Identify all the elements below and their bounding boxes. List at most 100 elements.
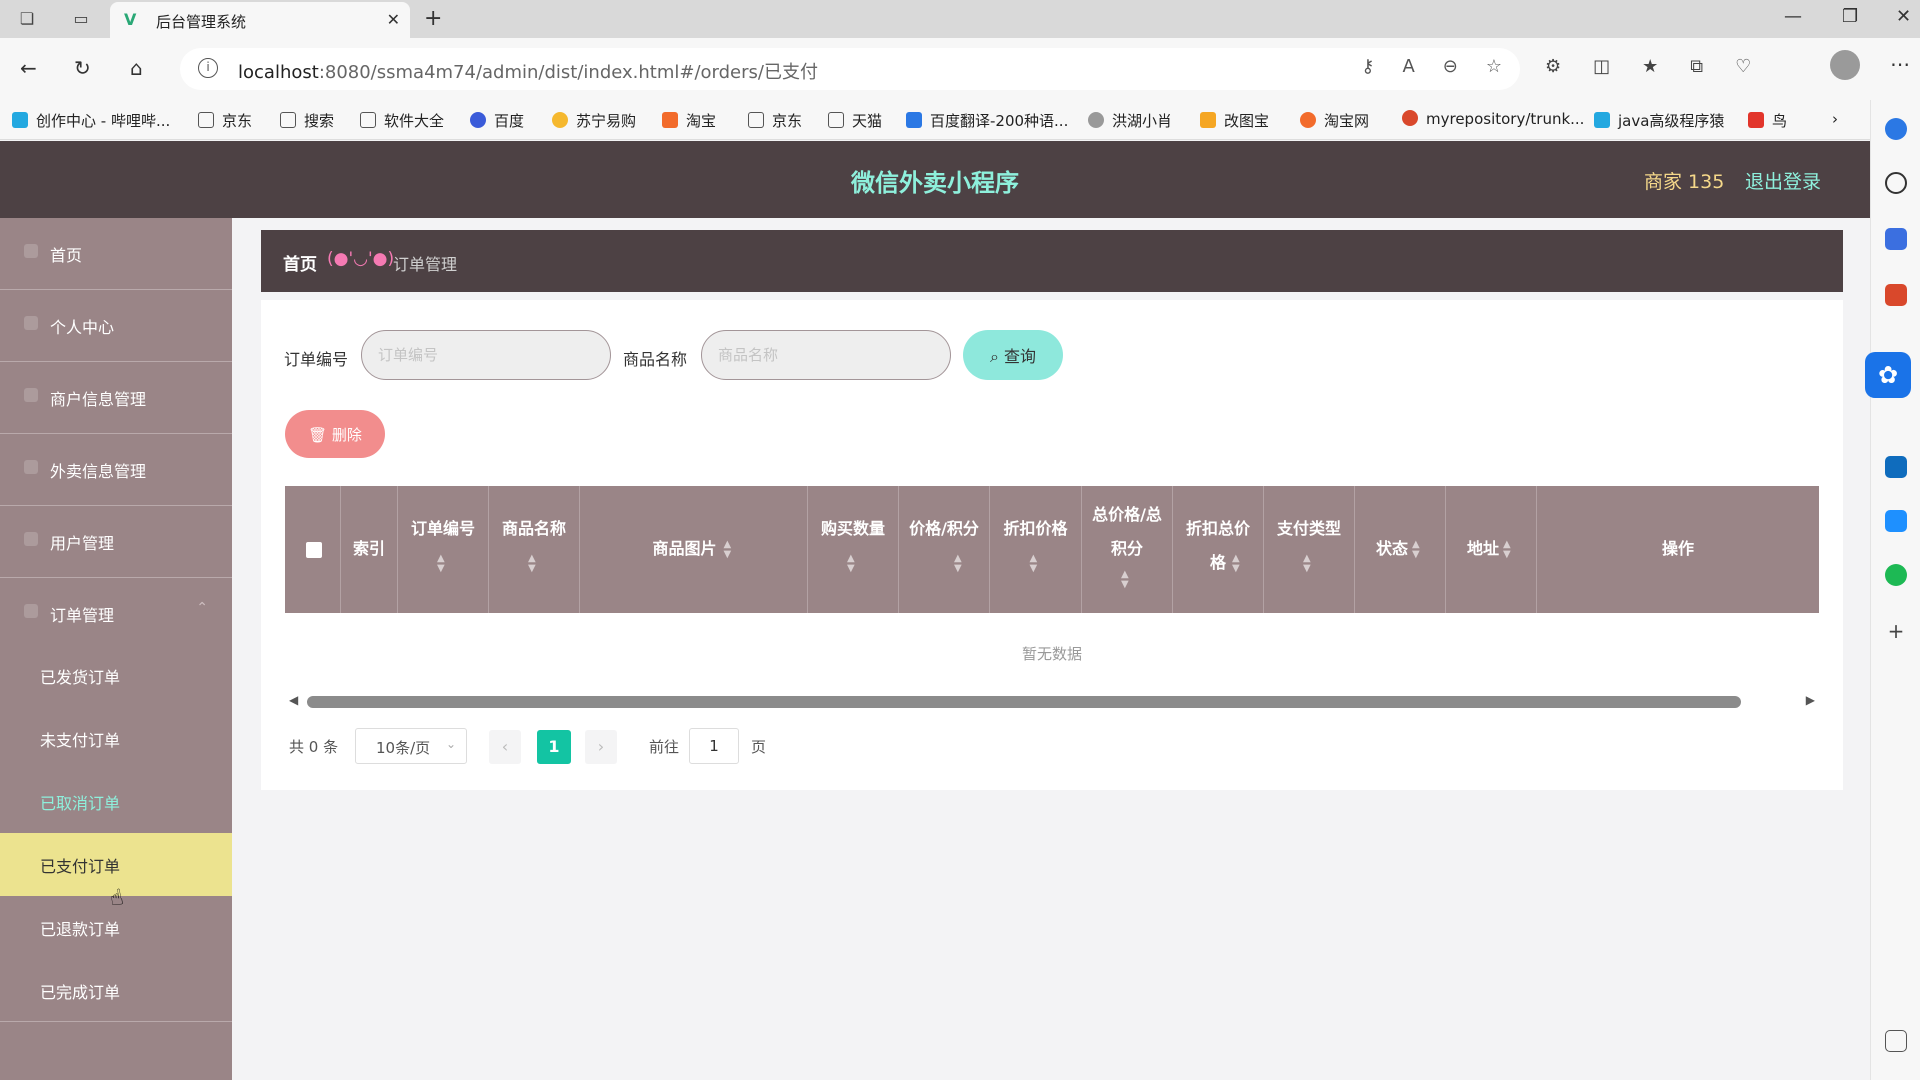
column-address[interactable]: 地址 ▲ ▼ xyxy=(1446,486,1537,613)
bookmark-item[interactable]: 京东 xyxy=(198,110,252,131)
next-page-button[interactable]: › xyxy=(585,730,617,764)
address-bar[interactable]: i localhost:8080/ssma4m74/admin/dist/ind… xyxy=(180,48,1520,90)
read-aloud-icon[interactable]: A xyxy=(1402,56,1414,77)
outlook-icon[interactable] xyxy=(1885,456,1907,478)
sidebar-subitem-cancelled[interactable]: 已取消订单 xyxy=(0,770,232,833)
sort-icon[interactable]: ▲ ▼ xyxy=(528,554,536,574)
bookmark-item[interactable]: 百度 xyxy=(470,110,524,131)
bookmark-item[interactable]: myrepository/trunk... xyxy=(1402,110,1584,128)
zoom-out-icon[interactable]: ⊖ xyxy=(1443,56,1458,77)
url-text[interactable]: localhost:8080/ssma4m74/admin/dist/index… xyxy=(238,58,818,84)
prev-page-button[interactable]: ‹ xyxy=(489,730,521,764)
sort-icon[interactable]: ▲ ▼ xyxy=(1503,540,1511,560)
column-goods-name[interactable]: 商品名称 ▲ ▼ xyxy=(489,486,580,613)
sort-icon[interactable]: ▲ ▼ xyxy=(847,554,855,574)
notification-bell-icon[interactable] xyxy=(1885,118,1907,140)
sort-icon[interactable]: ▲ ▼ xyxy=(724,540,732,560)
column-goods-image[interactable]: 商品图片 ▲ ▼ xyxy=(580,486,808,613)
logout-link[interactable]: 退出登录 xyxy=(1745,167,1821,194)
scrollbar-thumb[interactable] xyxy=(307,696,1741,708)
sort-icon[interactable]: ▲ ▼ xyxy=(1303,554,1311,574)
column-discount-price[interactable]: 折扣价格 ▲ ▼ xyxy=(990,486,1082,613)
page-size-select[interactable]: 10条/页 ⌄ xyxy=(355,728,467,764)
bookmark-item[interactable]: 洪湖小肖 xyxy=(1088,110,1172,131)
collections-icon[interactable]: ⧉ xyxy=(1690,56,1703,77)
select-all-checkbox[interactable] xyxy=(306,542,322,558)
bookmark-item[interactable]: 苏宁易购 xyxy=(552,110,636,131)
scroll-left-icon[interactable]: ◀ xyxy=(289,693,298,707)
home-icon[interactable]: ⌂ xyxy=(130,56,143,80)
sort-icon[interactable]: ▲ ▼ xyxy=(1232,554,1240,574)
bookmark-item[interactable]: 软件大全 xyxy=(360,110,444,131)
refresh-icon[interactable]: ↻ xyxy=(74,56,91,80)
column-order-no[interactable]: 订单编号 ▲ ▼ xyxy=(398,486,489,613)
sort-icon[interactable]: ▲ ▼ xyxy=(1412,540,1420,560)
restore-icon[interactable]: ❐ xyxy=(1842,6,1858,27)
browser-tab-active[interactable]: V 后台管理系统 ✕ xyxy=(110,2,410,38)
sidebar-item-profile[interactable]: 个人中心 xyxy=(0,290,232,362)
delete-button[interactable]: 🗑 删除 xyxy=(285,410,385,458)
bookmark-item[interactable]: 天猫 xyxy=(828,110,882,131)
breadcrumb-home[interactable]: 首页 xyxy=(283,250,317,275)
column-payment-type[interactable]: 支付类型 ▲ ▼ xyxy=(1264,486,1355,613)
bookmark-item[interactable]: 京东 xyxy=(748,110,802,131)
favorites-icon[interactable]: ★ xyxy=(1642,56,1658,77)
more-menu-icon[interactable]: ⋯ xyxy=(1890,52,1910,76)
goto-page-input[interactable] xyxy=(689,728,739,764)
sidebar-subitem-unpaid[interactable]: 未支付订单 xyxy=(0,707,232,770)
split-screen-icon[interactable]: ◫ xyxy=(1593,56,1610,77)
sidebar-settings-icon[interactable] xyxy=(1885,1030,1907,1052)
column-discount-total[interactable]: 折扣总价格 ▲ ▼ xyxy=(1173,486,1264,613)
spotify-icon[interactable] xyxy=(1885,564,1907,586)
bookmark-item[interactable]: 淘宝 xyxy=(662,110,716,131)
order-no-input[interactable] xyxy=(361,330,611,380)
bookmark-item[interactable]: 鸟 xyxy=(1748,110,1787,131)
extensions-icon[interactable]: ⚙ xyxy=(1545,56,1561,77)
browser-essentials-icon[interactable]: ♡ xyxy=(1735,56,1751,77)
column-price[interactable]: 价格/积分 ▲ ▼ xyxy=(899,486,990,613)
bookmark-item[interactable]: 改图宝 xyxy=(1200,110,1269,131)
column-status[interactable]: 状态 ▲ ▼ xyxy=(1355,486,1446,613)
bookmark-item[interactable]: 创作中心 - 哔哩哔... xyxy=(12,110,170,131)
sidebar-subitem-shipped[interactable]: 已发货订单 xyxy=(0,644,232,707)
scroll-right-icon[interactable]: ▶ xyxy=(1806,693,1815,707)
copilot-icon[interactable]: ✿ xyxy=(1865,352,1911,398)
favorite-star-icon[interactable]: ☆ xyxy=(1486,56,1502,77)
goods-name-input[interactable] xyxy=(701,330,951,380)
send-icon[interactable] xyxy=(1885,510,1907,532)
sidebar-item-takeout[interactable]: 外卖信息管理 xyxy=(0,434,232,506)
page-number-current[interactable]: 1 xyxy=(537,730,571,764)
sidebar-item-users[interactable]: 用户管理 xyxy=(0,506,232,578)
add-icon[interactable]: + xyxy=(1885,620,1907,642)
sort-icon[interactable]: ▲ ▼ xyxy=(954,554,962,574)
minimize-icon[interactable]: — xyxy=(1784,6,1802,27)
tab-close-icon[interactable]: ✕ xyxy=(387,10,400,29)
sort-icon[interactable]: ▲ ▼ xyxy=(437,554,445,574)
query-button[interactable]: ⌕ 查询 xyxy=(963,330,1063,380)
sidebar-item-home[interactable]: 首页 xyxy=(0,218,232,290)
bookmark-item[interactable]: 百度翻译-200种语... xyxy=(906,110,1068,131)
workspaces-icon[interactable]: ❏ xyxy=(16,8,38,30)
sort-icon[interactable]: ▲ ▼ xyxy=(1121,570,1129,590)
profile-avatar[interactable] xyxy=(1830,50,1860,80)
password-key-icon[interactable]: ⚷ xyxy=(1361,56,1374,77)
shopping-tag-icon[interactable] xyxy=(1885,228,1907,250)
tab-actions-icon[interactable]: ▭ xyxy=(70,8,92,30)
back-icon[interactable]: ← xyxy=(20,56,37,80)
tools-briefcase-icon[interactable] xyxy=(1885,284,1907,306)
column-quantity[interactable]: 购买数量 ▲ ▼ xyxy=(808,486,899,613)
sidebar-subitem-completed[interactable]: 已完成订单 xyxy=(0,959,232,1022)
column-total-price[interactable]: 总价格/总积分 ▲ ▼ xyxy=(1082,486,1173,613)
sidebar-item-orders[interactable]: 订单管理 ⌃ xyxy=(0,578,232,650)
bookmark-item[interactable]: 搜索 xyxy=(280,110,334,131)
window-close-icon[interactable]: ✕ xyxy=(1896,6,1911,27)
site-info-icon[interactable]: i xyxy=(198,58,218,78)
sidebar-item-merchant[interactable]: 商户信息管理 xyxy=(0,362,232,434)
table-horizontal-scrollbar[interactable]: ◀ ▶ xyxy=(285,691,1819,711)
bookmark-item[interactable]: java高级程序猿 xyxy=(1594,110,1724,131)
new-tab-icon[interactable]: + xyxy=(424,6,442,31)
bookmarks-more-icon[interactable]: › xyxy=(1832,110,1838,128)
bookmark-item[interactable]: 淘宝网 xyxy=(1300,110,1369,131)
search-icon[interactable] xyxy=(1885,172,1907,194)
sort-icon[interactable]: ▲ ▼ xyxy=(1030,554,1038,574)
